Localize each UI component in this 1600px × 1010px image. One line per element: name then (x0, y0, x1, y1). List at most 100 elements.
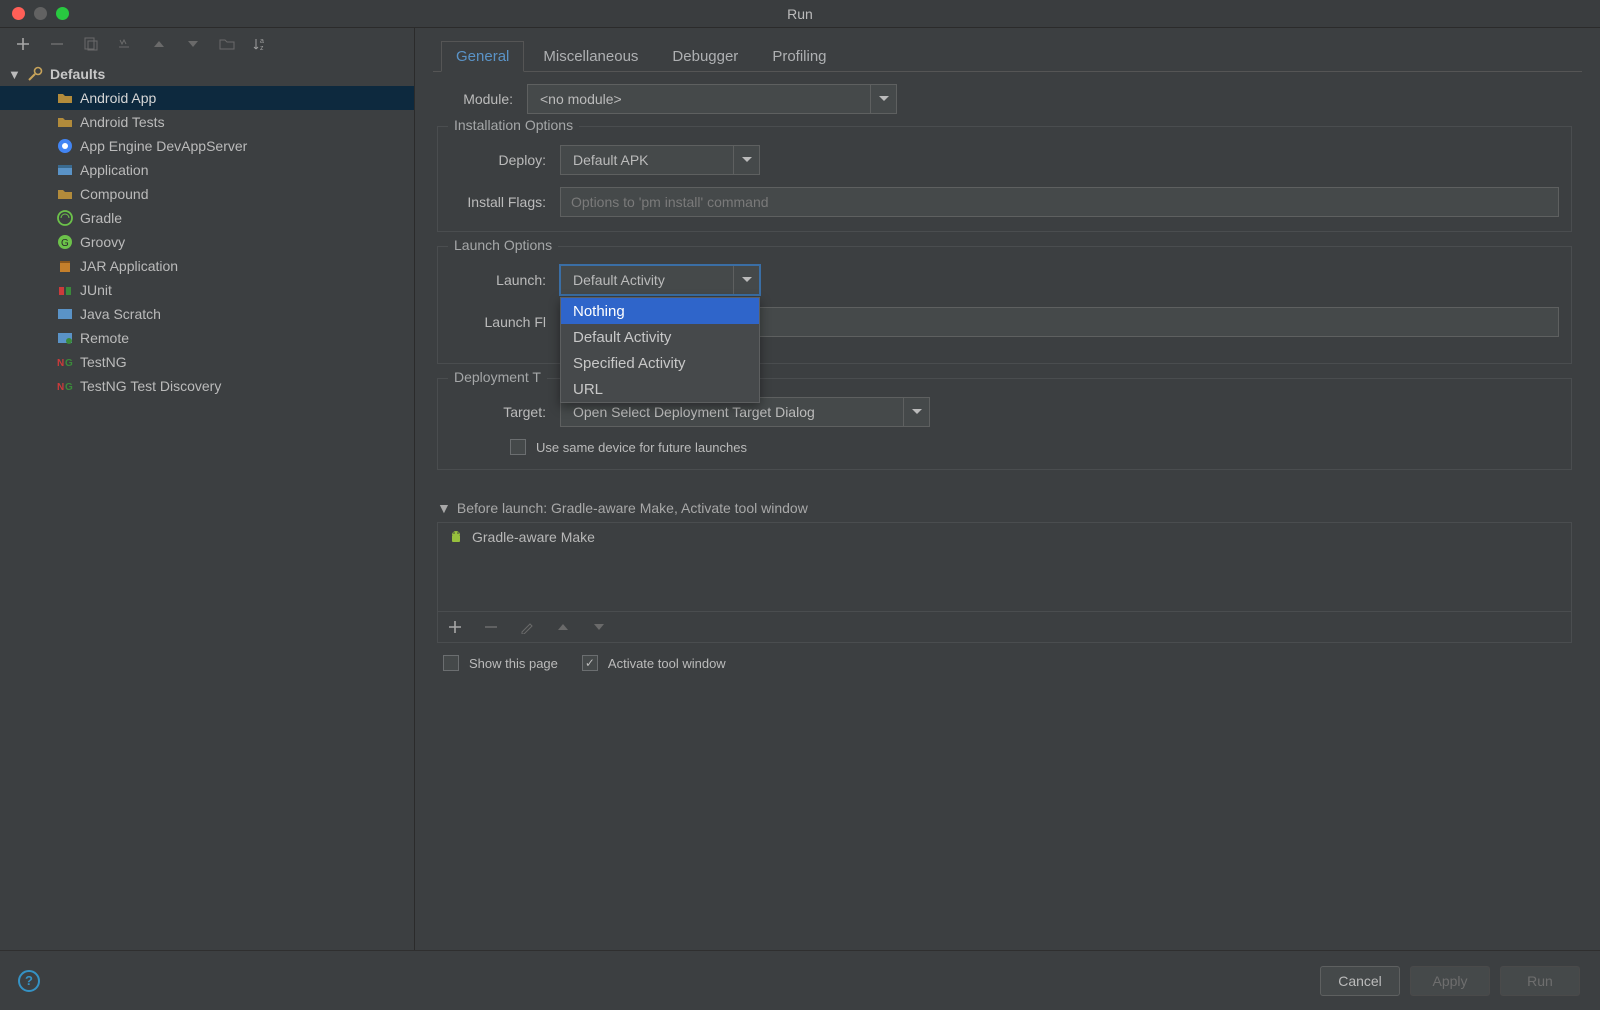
tree-root-defaults[interactable]: ▼ Defaults (0, 62, 414, 86)
launch-value: Default Activity (561, 272, 733, 288)
launch-label: Launch: (450, 272, 560, 288)
settings-icon[interactable] (116, 35, 134, 53)
tree-item-appengine[interactable]: App Engine DevAppServer (0, 134, 414, 158)
deploy-value: Default APK (561, 152, 733, 168)
install-flags-input[interactable] (560, 187, 1559, 217)
activate-tool-window-row[interactable]: Activate tool window (582, 655, 726, 671)
deployment-target-legend: Deployment T (448, 369, 547, 385)
tree-item-label: Remote (80, 330, 129, 346)
remove-task-icon[interactable] (482, 618, 500, 636)
move-down-icon[interactable] (184, 35, 202, 53)
help-icon[interactable]: ? (18, 970, 40, 992)
tree-item-label: Gradle (80, 210, 122, 226)
tree-item-label: App Engine DevAppServer (80, 138, 247, 154)
svg-text:G: G (65, 382, 73, 393)
remove-config-icon[interactable] (48, 35, 66, 53)
svg-text:a: a (260, 38, 264, 45)
tree-item-jar[interactable]: JAR Application (0, 254, 414, 278)
tree-item-java-scratch[interactable]: Java Scratch (0, 302, 414, 326)
run-button[interactable]: Run (1500, 966, 1580, 996)
module-combo[interactable]: <no module> (527, 84, 897, 114)
add-config-icon[interactable] (14, 35, 32, 53)
cancel-button[interactable]: Cancel (1320, 966, 1400, 996)
tree-item-android-app[interactable]: Android App (0, 86, 414, 110)
window-maximize-icon[interactable] (56, 7, 69, 20)
tree-root-label: Defaults (50, 66, 105, 82)
tab-debugger[interactable]: Debugger (657, 41, 753, 71)
installation-options-legend: Installation Options (448, 117, 579, 133)
tree-item-label: Android Tests (80, 114, 165, 130)
dropdown-item-default-activity[interactable]: Default Activity (561, 324, 759, 350)
android-icon (448, 529, 464, 545)
tree-item-junit[interactable]: JUnit (0, 278, 414, 302)
install-flags-label: Install Flags: (450, 194, 560, 210)
window-close-icon[interactable] (12, 7, 25, 20)
svg-text:z: z (260, 45, 264, 52)
gradle-icon (56, 210, 74, 226)
sidebar: az ▼ Defaults Android App Android Tests (0, 28, 415, 950)
dropdown-item-url[interactable]: URL (561, 376, 759, 402)
titlebar: Run (0, 0, 1600, 28)
checkbox-icon[interactable] (510, 439, 526, 455)
window-title: Run (787, 6, 813, 22)
tab-profiling[interactable]: Profiling (757, 41, 841, 71)
tree-item-remote[interactable]: Remote (0, 326, 414, 350)
move-task-up-icon[interactable] (554, 618, 572, 636)
use-same-device-row[interactable]: Use same device for future launches (450, 439, 1559, 455)
sort-icon[interactable]: az (252, 35, 270, 53)
before-launch-item[interactable]: Gradle-aware Make (438, 523, 1571, 551)
deploy-combo[interactable]: Default APK (560, 145, 760, 175)
before-launch-header[interactable]: ▼ Before launch: Gradle-aware Make, Acti… (437, 500, 1572, 516)
deploy-label: Deploy: (450, 152, 560, 168)
scratch-icon (56, 306, 74, 322)
move-task-down-icon[interactable] (590, 618, 608, 636)
groovy-icon: G (56, 234, 74, 250)
tree-item-label: TestNG (80, 354, 127, 370)
appengine-icon (56, 138, 74, 154)
tree-item-compound[interactable]: Compound (0, 182, 414, 206)
footer: ? Cancel Apply Run (0, 950, 1600, 1010)
add-task-icon[interactable] (446, 618, 464, 636)
before-launch-list[interactable]: Gradle-aware Make (437, 522, 1572, 612)
window-minimize-icon[interactable] (34, 7, 47, 20)
copy-config-icon[interactable] (82, 35, 100, 53)
checkbox-icon[interactable] (443, 655, 459, 671)
module-value: <no module> (528, 91, 870, 107)
tree-item-testng-discovery[interactable]: NG TestNG Test Discovery (0, 374, 414, 398)
tab-miscellaneous[interactable]: Miscellaneous (528, 41, 653, 71)
tree-item-application[interactable]: Application (0, 158, 414, 182)
disclosure-triangle-icon[interactable]: ▼ (8, 67, 20, 82)
remote-icon (56, 330, 74, 346)
form-area: Module: <no module> Installation Options… (433, 72, 1582, 950)
move-up-icon[interactable] (150, 35, 168, 53)
disclosure-triangle-icon[interactable]: ▼ (437, 500, 451, 516)
target-value: Open Select Deployment Target Dialog (561, 404, 903, 420)
svg-text:N: N (57, 382, 64, 393)
tree-item-label: Java Scratch (80, 306, 161, 322)
tree-item-label: Android App (80, 90, 156, 106)
show-this-page-label: Show this page (469, 656, 558, 671)
tree-item-groovy[interactable]: G Groovy (0, 230, 414, 254)
tree-item-android-tests[interactable]: Android Tests (0, 110, 414, 134)
tree-item-gradle[interactable]: Gradle (0, 206, 414, 230)
folder-icon[interactable] (218, 35, 236, 53)
show-this-page-row[interactable]: Show this page (443, 655, 558, 671)
apply-button[interactable]: Apply (1410, 966, 1490, 996)
launch-options-legend: Launch Options (448, 237, 558, 253)
tab-general[interactable]: General (441, 41, 524, 72)
dropdown-item-nothing[interactable]: Nothing (561, 298, 759, 324)
dropdown-item-specified-activity[interactable]: Specified Activity (561, 350, 759, 376)
installation-options-fieldset: Installation Options Deploy: Default APK… (437, 126, 1572, 232)
edit-task-icon[interactable] (518, 618, 536, 636)
config-tree: ▼ Defaults Android App Android Tests App… (0, 60, 414, 950)
svg-text:N: N (57, 358, 64, 369)
launch-combo[interactable]: Default Activity (560, 265, 760, 295)
testng-icon: NG (56, 354, 74, 370)
checkbox-checked-icon[interactable] (582, 655, 598, 671)
chevron-down-icon (733, 266, 759, 294)
tree-item-testng[interactable]: NG TestNG (0, 350, 414, 374)
traffic-lights (0, 7, 69, 20)
tree-item-label: JUnit (80, 282, 112, 298)
chevron-down-icon (903, 398, 929, 426)
launch-dropdown-popup[interactable]: Nothing Default Activity Specified Activ… (560, 297, 760, 403)
